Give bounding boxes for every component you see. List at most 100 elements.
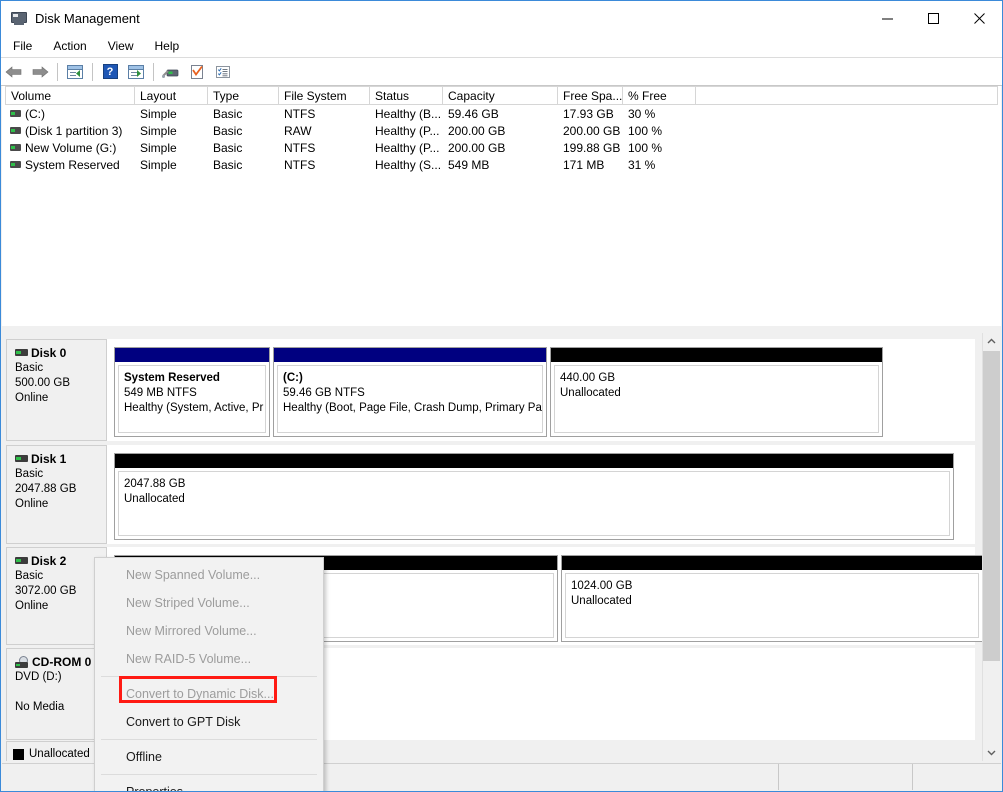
disk-row-disk-0[interactable]: Disk 0 Basic 500.00 GB Online System Res… (6, 339, 975, 441)
back-arrow-icon[interactable] (3, 61, 25, 83)
cell-status: Healthy (S... (375, 158, 442, 172)
column-header-file-system[interactable]: File System (279, 86, 370, 105)
menu-item-action[interactable]: Action (44, 37, 95, 55)
disk-size: 500.00 GB (15, 377, 70, 389)
partition-label: System Reserved (124, 372, 220, 384)
cell-pct: 30 % (628, 107, 656, 121)
volume-icon (10, 144, 21, 151)
volume-list-header: Volume Layout Type File System Status Ca… (5, 86, 998, 105)
column-header-volume[interactable]: Volume (5, 86, 135, 105)
cell-volume: (Disk 1 partition 3) (25, 124, 123, 138)
cdrom-state: No Media (15, 701, 65, 713)
forward-arrow-icon[interactable] (29, 61, 51, 83)
table-row[interactable]: (C:) Simple Basic NTFS Healthy (B... 59.… (5, 106, 995, 123)
column-header-capacity[interactable]: Capacity (443, 86, 558, 105)
cell-pct: 31 % (628, 158, 656, 172)
cell-status: Healthy (P... (375, 141, 440, 155)
menu-item-offline[interactable]: Offline (95, 743, 323, 771)
cell-status: Healthy (B... (375, 107, 442, 121)
disk-icon (15, 557, 28, 564)
cell-free: 199.88 GB (563, 141, 621, 155)
scroll-up-icon[interactable] (983, 333, 1000, 350)
cell-free: 171 MB (563, 158, 605, 172)
menu-item-properties[interactable]: Properties (95, 778, 323, 791)
cell-fs: NTFS (284, 107, 316, 121)
disk-size: 2047.88 GB (15, 483, 77, 495)
column-header-type[interactable]: Type (208, 86, 279, 105)
partition-size: 1024.00 GB (571, 580, 633, 592)
menu-separator-1 (101, 676, 317, 677)
menu-item-convert-to-gpt-disk[interactable]: Convert to GPT Disk (95, 708, 323, 736)
cell-fs: NTFS (284, 158, 316, 172)
show-hide-console-tree-icon[interactable] (64, 61, 86, 83)
menu-item-new-spanned-volume[interactable]: New Spanned Volume... (95, 561, 323, 589)
partition-color-band (562, 556, 982, 570)
menu-item-new-mirrored-volume[interactable]: New Mirrored Volume... (95, 617, 323, 645)
menu-separator-2 (101, 739, 317, 740)
column-header-status[interactable]: Status (370, 86, 443, 105)
disk-1-partitions: 2047.88 GB Unallocated (114, 445, 954, 544)
properties-icon[interactable] (186, 61, 208, 83)
menu-item-new-raid5-volume[interactable]: New RAID-5 Volume... (95, 645, 323, 673)
volume-icon (10, 110, 21, 117)
partition-unallocated-disk-2-b[interactable]: 1024.00 GB Unallocated (561, 555, 983, 642)
cell-layout: Simple (140, 107, 177, 121)
rescan-disks-icon[interactable] (160, 61, 182, 83)
partition-status: Healthy (System, Active, Pr (124, 402, 264, 414)
cell-capacity: 200.00 GB (448, 141, 506, 155)
legend-unallocated: Unallocated (6, 741, 107, 761)
partition-label: (C:) (283, 372, 303, 384)
partition-color-band (274, 348, 546, 362)
column-header-percent-free[interactable]: % Free (623, 86, 696, 105)
disk-icon (15, 349, 28, 356)
column-header-free-space[interactable]: Free Spa... (558, 86, 623, 105)
disk-type: Basic (15, 570, 44, 582)
list-view-icon[interactable] (212, 61, 234, 83)
help-icon[interactable]: ? (99, 61, 121, 83)
cell-pct: 100 % (628, 124, 663, 138)
scrollbar-thumb[interactable] (983, 351, 1000, 661)
cell-capacity: 200.00 GB (448, 124, 506, 138)
minimize-icon[interactable] (864, 1, 910, 35)
disk-label: Disk 0 (15, 346, 106, 361)
scroll-down-icon[interactable] (983, 744, 1000, 761)
cell-capacity: 59.46 GB (448, 107, 499, 121)
disk-management-icon (11, 10, 27, 26)
table-row[interactable]: New Volume (G:) Simple Basic NTFS Health… (5, 140, 995, 157)
column-header-layout[interactable]: Layout (135, 86, 208, 105)
disk-0-partitions: System Reserved 549 MB NTFS Healthy (Sys… (114, 339, 953, 441)
partition-c-drive[interactable]: (C:) 59.46 GB NTFS Healthy (Boot, Page F… (273, 347, 547, 437)
cell-type: Basic (213, 124, 243, 138)
partition-unallocated-disk-0[interactable]: 440.00 GB Unallocated (550, 347, 883, 437)
close-icon[interactable] (956, 1, 1002, 35)
maximize-icon[interactable] (910, 1, 956, 35)
disk-info-disk-1[interactable]: Disk 1 Basic 2047.88 GB Online (6, 445, 107, 544)
partition-system-reserved[interactable]: System Reserved 549 MB NTFS Healthy (Sys… (114, 347, 270, 437)
table-row[interactable]: System Reserved Simple Basic NTFS Health… (5, 157, 995, 174)
menu-item-convert-to-dynamic-disk[interactable]: Convert to Dynamic Disk... (95, 680, 323, 708)
partition-unallocated-disk-1[interactable]: 2047.88 GB Unallocated (114, 453, 954, 540)
cell-free: 200.00 GB (563, 124, 621, 138)
menu-item-view[interactable]: View (99, 37, 143, 55)
show-action-pane-icon[interactable] (125, 61, 147, 83)
disk-row-disk-1[interactable]: Disk 1 Basic 2047.88 GB Online 2047.88 G… (6, 445, 975, 544)
disk-size: 3072.00 GB (15, 585, 77, 597)
cell-fs: RAW (284, 124, 312, 138)
partition-status: Healthy (Boot, Page File, Crash Dump, Pr… (283, 402, 542, 414)
partition-size: 59.46 GB NTFS (283, 387, 365, 399)
column-header-filler (696, 86, 998, 105)
menu-item-new-striped-volume[interactable]: New Striped Volume... (95, 589, 323, 617)
table-row[interactable]: (Disk 1 partition 3) Simple Basic RAW He… (5, 123, 995, 140)
partition-color-band (115, 348, 269, 362)
disk-label: Disk 1 (15, 452, 106, 467)
disk-info-disk-0[interactable]: Disk 0 Basic 500.00 GB Online (6, 339, 107, 441)
menu-separator-3 (101, 774, 317, 775)
menu-item-help[interactable]: Help (146, 37, 189, 55)
menu-item-file[interactable]: File (4, 37, 41, 55)
disk-info-disk-2[interactable]: Disk 2 Basic 3072.00 GB Online (6, 547, 107, 645)
graph-pane-scrollbar[interactable] (982, 333, 1000, 761)
menu-bar: File Action View Help (1, 35, 1002, 58)
cell-type: Basic (213, 107, 243, 121)
volume-icon (10, 127, 21, 134)
disk-info-cdrom-0[interactable]: CD-ROM 0 DVD (D:) No Media (6, 648, 107, 740)
